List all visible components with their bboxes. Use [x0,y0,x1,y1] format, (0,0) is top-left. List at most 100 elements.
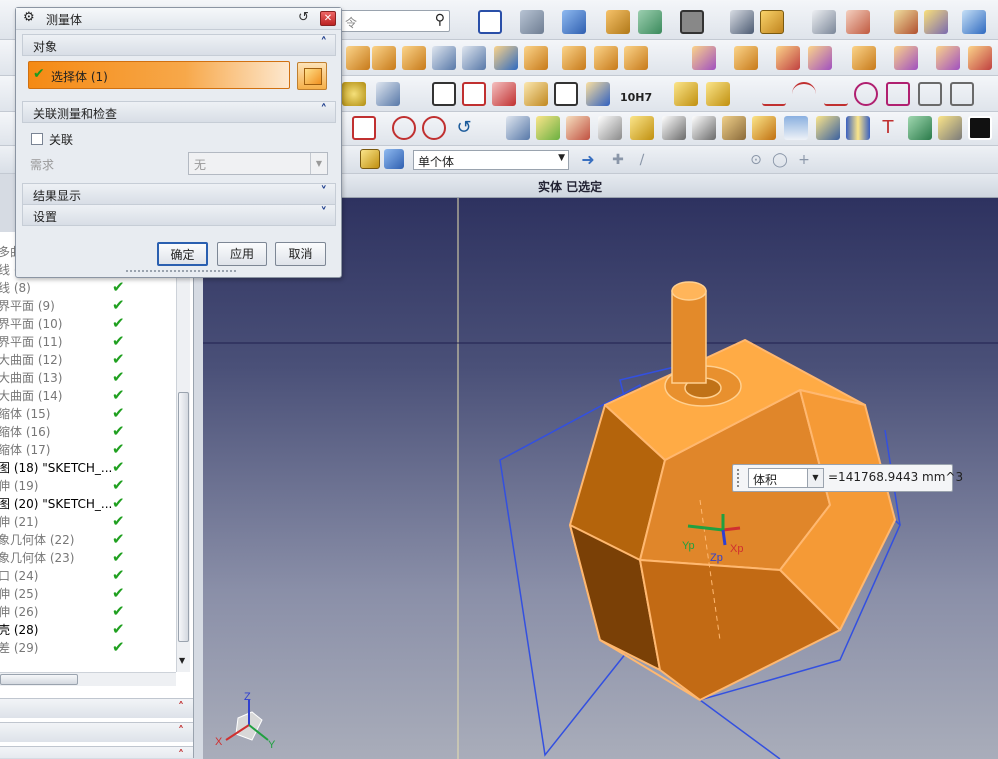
feature-list-item[interactable]: 口 (24) ✔ [0,566,190,584]
resize-grip[interactable] [126,270,236,274]
chevron-up-icon[interactable]: ˄ [178,748,184,758]
feature-list-item[interactable]: 缩体 (17) ✔ [0,440,190,458]
snap-view-icon[interactable] [730,10,754,34]
chevron-up-icon[interactable]: ˄ [178,700,184,714]
hatch-icon[interactable] [938,116,962,140]
wcs-orient-icon[interactable] [760,10,784,34]
close-icon[interactable]: ✕ [320,11,336,26]
chevron-down-icon[interactable]: ˅ [321,206,328,221]
hide-object-icon[interactable] [638,10,662,34]
note-icon[interactable] [554,82,578,106]
search-icon[interactable]: ⚲ [435,12,445,28]
diameter-icon[interactable] [422,116,446,140]
feature-icon-8[interactable] [562,46,586,70]
feature-list-item[interactable]: 线 (8) ✔ [0,278,190,296]
snap-quadrant-icon[interactable]: ◯ [768,148,792,172]
layer-settings-icon[interactable] [812,10,836,34]
feature-icon-12[interactable] [734,46,758,70]
weld-icon[interactable] [586,82,610,106]
apply-button[interactable]: 应用 [217,242,267,266]
select-feature-filter-icon[interactable] [384,149,404,169]
feature-icon-18[interactable] [968,46,992,70]
feature-list-item[interactable]: 大曲面 (13) ✔ [0,368,190,386]
feature-list-item[interactable]: 伸 (26) ✔ [0,602,190,620]
table-edit-icon[interactable] [492,82,516,106]
analysis-tool-icon-4[interactable] [598,116,622,140]
assoc-checkbox[interactable] [31,133,43,145]
feature-icon-4[interactable] [432,46,456,70]
analysis-tool-icon-5[interactable] [630,116,654,140]
measure-distance-icon[interactable] [894,10,918,34]
feature-list-item[interactable]: 图 (20) "SKETCH_... ✔ [0,494,190,512]
feature-icon-17[interactable] [936,46,960,70]
columns-icon[interactable] [846,116,870,140]
select-body-row[interactable]: ✔ 选择体 (1) [28,61,290,89]
feature-list-item[interactable]: 界平面 (11) ✔ [0,332,190,350]
undo-arrow-icon[interactable]: ↺ [452,116,476,140]
feature-icon-5[interactable] [462,46,486,70]
pattern-icon[interactable] [376,82,400,106]
fit-tolerance-icon[interactable]: 10H7 [620,85,652,109]
feature-list-item[interactable]: 大曲面 (12) ✔ [0,350,190,368]
arrow-right-icon[interactable]: ➜ [576,148,600,172]
feature-list-item[interactable]: 伸 (19) ✔ [0,476,190,494]
line-icon[interactable] [762,82,786,106]
vertical-scrollbar[interactable]: ▼ [176,232,190,672]
grip-handle-icon[interactable] [737,469,743,487]
curve-icon[interactable] [854,82,878,106]
project-curve-icon[interactable] [918,82,942,106]
selection-filter-select[interactable]: 单个体 ▼ [413,150,569,170]
feature-list-item[interactable]: 缩体 (15) ✔ [0,404,190,422]
chevron-down-icon[interactable]: ▼ [558,153,565,163]
snap-endpoint-icon[interactable]: ✚ [606,148,630,172]
snap-center-icon[interactable]: ⊙ [744,148,768,172]
scroll-down-icon[interactable]: ▼ [179,656,185,665]
analysis-tool-icon-7[interactable] [692,116,716,140]
section-assoc-header[interactable]: 关联测量和检查 ˄ [22,101,336,123]
play-macro-icon[interactable] [962,10,986,34]
panel-section-3[interactable]: ˄ [0,746,193,758]
feature-icon-2[interactable] [372,46,396,70]
dialog-titlebar[interactable]: ⚙ 测量体 ↺ ✕ [16,8,341,30]
chevron-up-icon[interactable]: ˄ [321,36,328,51]
chevron-down-icon[interactable]: ˅ [321,185,328,200]
feature-list-item[interactable]: 界平面 (10) ✔ [0,314,190,332]
snap-midpoint-icon[interactable]: ∕ [630,148,654,172]
intersect-curve-icon[interactable] [950,82,974,106]
triangle-icon[interactable] [432,82,456,106]
feature-list-item[interactable]: 伸 (25) ✔ [0,584,190,602]
analysis-tool-icon-6[interactable] [662,116,686,140]
feature-icon-16[interactable] [894,46,918,70]
reset-icon[interactable]: ↺ [298,10,309,25]
text-t-icon[interactable]: T [876,116,900,140]
feature-icon-13[interactable] [776,46,800,70]
sketch-icon[interactable] [352,116,376,140]
circle-slash-icon[interactable] [392,116,416,140]
feature-list-item[interactable]: 壳 (28) ✔ [0,620,190,638]
feature-icon-14[interactable] [808,46,832,70]
feature-icon-7[interactable] [524,46,548,70]
feature-list-item[interactable]: 界平面 (9) ✔ [0,296,190,314]
section-object-header[interactable]: 对象 ˄ [22,34,336,56]
horizontal-scrollbar[interactable] [0,672,176,686]
arc-icon[interactable] [792,82,816,106]
command-search-input[interactable]: 令 ⚲ [340,10,450,32]
offset-curve-icon[interactable] [886,82,910,106]
section-settings-header[interactable]: 设置 ˅ [22,204,336,226]
assembly-icon-1[interactable] [674,82,698,106]
feature-list-item[interactable]: 伸 (21) ✔ [0,512,190,530]
panel-section-2[interactable]: ˄ [0,722,193,742]
assembly-icon-2[interactable] [706,82,730,106]
analysis-icon[interactable] [924,10,948,34]
tools-icon[interactable] [722,116,746,140]
feature-list-item[interactable]: 大曲面 (14) ✔ [0,386,190,404]
image-icon[interactable] [968,116,992,140]
coordinate-icon[interactable] [846,10,870,34]
feature-list-item[interactable]: 缩体 (16) ✔ [0,422,190,440]
analysis-tool-icon-2[interactable] [536,116,560,140]
ruler-icon[interactable] [816,116,840,140]
spline-icon[interactable] [824,82,848,106]
feature-icon-6[interactable] [494,46,518,70]
scrollbar-thumb[interactable] [178,392,189,642]
chevron-up-icon[interactable]: ˄ [321,103,328,118]
